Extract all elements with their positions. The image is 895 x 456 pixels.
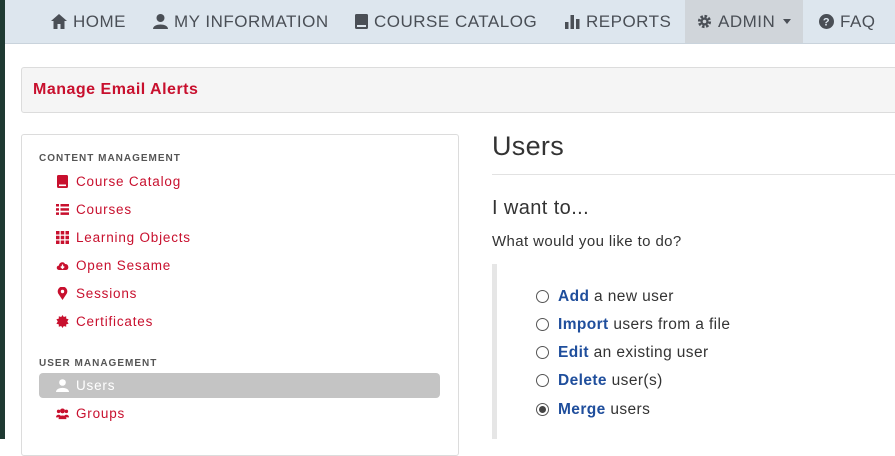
question-text: What would you like to do? xyxy=(492,233,682,250)
users-icon xyxy=(56,408,69,420)
option-merge[interactable]: Merge users xyxy=(536,399,650,421)
page-title: Manage Email Alerts xyxy=(33,81,199,98)
section-title-user: USER MANAGEMENT xyxy=(39,358,158,369)
nav-admin[interactable]: ADMIN xyxy=(685,0,804,43)
home-icon xyxy=(51,14,67,29)
sidebar-item-users[interactable]: Users xyxy=(39,373,440,398)
radio-delete[interactable] xyxy=(536,374,549,387)
certificate-icon xyxy=(56,315,69,328)
heading-divider xyxy=(492,174,895,175)
sidebar-item-certificates[interactable]: Certificates xyxy=(39,309,440,334)
gear-icon xyxy=(697,14,712,29)
grid-icon xyxy=(56,231,69,244)
nav-reports[interactable]: REPORTS xyxy=(565,0,671,43)
subheading: I want to... xyxy=(492,197,590,219)
window-edge xyxy=(0,0,5,439)
chevron-down-icon xyxy=(783,19,792,24)
user-icon xyxy=(56,379,69,392)
main-heading: Users xyxy=(492,131,565,161)
option-edit[interactable]: Edit an existing user xyxy=(536,342,709,364)
radio-add[interactable] xyxy=(536,290,549,303)
nav-home[interactable]: HOME xyxy=(51,0,126,43)
bar-chart-icon xyxy=(565,15,580,29)
option-add[interactable]: Add a new user xyxy=(536,286,674,308)
sidebar-item-course-catalog[interactable]: Course Catalog xyxy=(39,169,440,194)
sidebar-item-groups[interactable]: Groups xyxy=(39,401,440,426)
admin-sidebar: CONTENT MANAGEMENT Course Catalog Course… xyxy=(21,134,459,456)
book-icon xyxy=(355,14,368,29)
question-circle-icon: ? xyxy=(819,14,834,29)
nav-my-information[interactable]: MY INFORMATION xyxy=(153,0,329,43)
list-icon xyxy=(56,204,69,215)
section-title-content: CONTENT MANAGEMENT xyxy=(39,153,181,164)
option-import[interactable]: Import users from a file xyxy=(536,314,730,336)
nav-course-catalog[interactable]: COURSE CATALOG xyxy=(355,0,537,43)
user-icon xyxy=(153,14,168,29)
option-delete[interactable]: Delete user(s) xyxy=(536,370,663,392)
book-icon xyxy=(57,175,68,188)
sidebar-item-learning-objects[interactable]: Learning Objects xyxy=(39,225,440,250)
cloud-download-icon xyxy=(56,262,69,270)
map-marker-icon xyxy=(57,287,68,300)
svg-text:?: ? xyxy=(823,17,830,29)
radio-import[interactable] xyxy=(536,318,549,331)
radio-merge[interactable] xyxy=(536,403,549,416)
page-title-bar: Manage Email Alerts xyxy=(21,67,895,113)
sidebar-item-sessions[interactable]: Sessions xyxy=(39,281,440,306)
sidebar-item-courses[interactable]: Courses xyxy=(39,197,440,222)
options-border xyxy=(492,264,497,439)
top-navigation: HOME MY INFORMATION COURSE CATALOG REPOR… xyxy=(5,0,895,44)
sidebar-item-open-sesame[interactable]: Open Sesame xyxy=(39,253,440,278)
radio-edit[interactable] xyxy=(536,346,549,359)
nav-faq[interactable]: ? FAQ xyxy=(819,0,876,43)
